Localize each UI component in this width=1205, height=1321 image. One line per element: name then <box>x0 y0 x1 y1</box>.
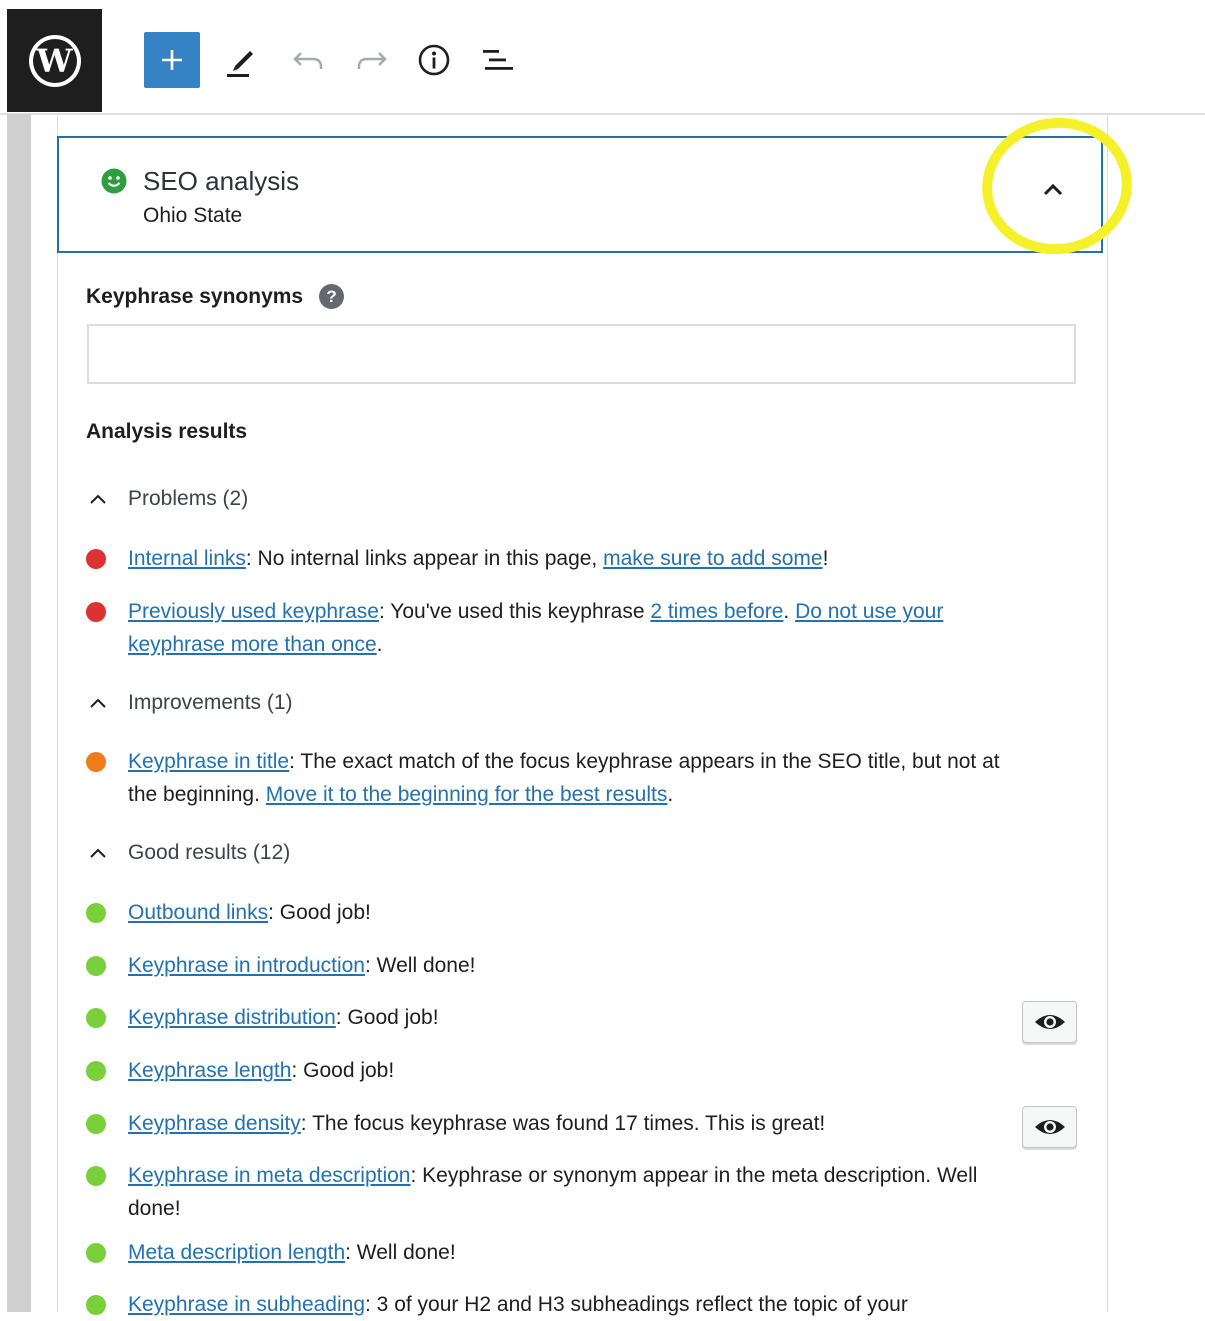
collapse-button[interactable] <box>1035 172 1071 208</box>
good-bullet-icon <box>86 903 106 923</box>
chevron-up-icon <box>86 691 110 715</box>
edit-mode-button[interactable] <box>220 32 260 88</box>
help-icon[interactable]: ? <box>319 284 345 309</box>
keyphrase-in-introduction-link[interactable]: Keyphrase in introduction <box>128 954 365 977</box>
previously-used-keyphrase-link[interactable]: Previously used keyphrase <box>128 600 379 623</box>
result-item: Outbound links: Good job! <box>86 896 1016 929</box>
keyphrase-distribution-link[interactable]: Keyphrase distribution <box>128 1006 336 1029</box>
keyphrase-length-link[interactable]: Keyphrase length <box>128 1059 291 1082</box>
add-some-link[interactable]: make sure to add some <box>603 547 822 570</box>
chevron-up-icon <box>86 841 110 865</box>
result-item: Keyphrase distribution: Good job! <box>86 1001 1016 1034</box>
redo-icon <box>357 52 387 69</box>
result-item: Keyphrase length: Good job! <box>86 1054 1016 1087</box>
keyphrase-density-link[interactable]: Keyphrase density <box>128 1112 301 1135</box>
keyphrase-in-subheading-link[interactable]: Keyphrase in subheading <box>128 1293 365 1316</box>
good-results-group-toggle[interactable]: Good results (12) <box>86 841 290 865</box>
result-item: Keyphrase in meta description: Keyphrase… <box>86 1159 1016 1225</box>
chevron-up-icon <box>1043 183 1063 196</box>
smiley-face-icon <box>101 168 127 194</box>
good-bullet-icon <box>86 956 106 976</box>
good-bullet-icon <box>86 1166 106 1186</box>
eye-icon <box>1034 1015 1065 1029</box>
editor-toolbar: W <box>0 0 1205 115</box>
outbound-links-link[interactable]: Outbound links <box>128 901 268 924</box>
result-item: Keyphrase in subheading: 3 of your H2 an… <box>86 1288 1086 1321</box>
keyphrase-in-meta-description-link[interactable]: Keyphrase in meta description <box>128 1164 411 1187</box>
chevron-up-icon <box>86 487 110 511</box>
result-item: Previously used keyphrase: You've used t… <box>86 595 1016 661</box>
good-bullet-icon <box>86 1008 106 1028</box>
redo-button[interactable] <box>352 32 392 88</box>
improvements-group-toggle[interactable]: Improvements (1) <box>86 691 293 715</box>
details-button[interactable] <box>414 32 454 88</box>
result-item: Internal links: No internal links appear… <box>86 542 1016 575</box>
good-bullet-icon <box>86 1243 106 1263</box>
keyphrase-synonyms-input[interactable] <box>87 324 1076 384</box>
highlight-distribution-button[interactable] <box>1022 1001 1077 1043</box>
undo-icon <box>293 52 323 69</box>
seo-analysis-toggle[interactable]: SEO analysis Ohio State <box>57 136 1103 253</box>
list-view-icon <box>483 50 513 70</box>
problem-bullet-icon <box>86 549 106 569</box>
focus-keyphrase-label: Ohio State <box>143 204 243 227</box>
result-item: Keyphrase in title: The exact match of t… <box>86 745 1016 811</box>
undo-button[interactable] <box>288 32 328 88</box>
pencil-icon <box>227 51 253 77</box>
keyphrase-synonyms-label: Keyphrase synonyms ? <box>86 284 345 309</box>
result-item: Keyphrase density: The focus keyphrase w… <box>86 1107 1016 1140</box>
eye-icon <box>1034 1120 1065 1134</box>
good-bullet-icon <box>86 1061 106 1081</box>
problems-group-toggle[interactable]: Problems (2) <box>86 487 248 511</box>
add-block-button[interactable] <box>144 32 200 88</box>
times-before-link[interactable]: 2 times before <box>650 600 783 623</box>
plus-icon <box>162 50 182 70</box>
meta-description-length-link[interactable]: Meta description length <box>128 1241 345 1264</box>
wordpress-logo-icon: W <box>28 34 81 87</box>
info-icon <box>418 44 450 76</box>
highlight-density-button[interactable] <box>1022 1106 1077 1148</box>
list-view-button[interactable] <box>478 32 518 88</box>
result-item: Keyphrase in introduction: Well done! <box>86 949 1016 982</box>
result-item: Meta description length: Well done! <box>86 1236 1016 1269</box>
keyphrase-in-title-link[interactable]: Keyphrase in title <box>128 750 289 773</box>
good-bullet-icon <box>86 1295 106 1315</box>
good-bullet-icon <box>86 1114 106 1134</box>
move-to-beginning-link[interactable]: Move it to the beginning for the best re… <box>266 783 668 806</box>
seo-analysis-title: SEO analysis <box>143 166 300 196</box>
internal-links-link[interactable]: Internal links <box>128 547 246 570</box>
problem-bullet-icon <box>86 602 106 622</box>
wordpress-logo-button[interactable]: W <box>7 9 102 112</box>
analysis-results-heading: Analysis results <box>86 420 248 443</box>
improvement-bullet-icon <box>86 752 106 772</box>
editor-left-gutter <box>7 114 31 1312</box>
